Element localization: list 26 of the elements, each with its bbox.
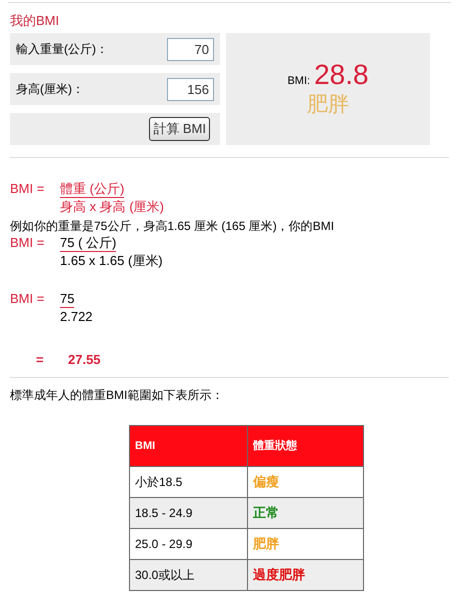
numerator: 75	[60, 290, 74, 308]
equals-sign: =	[35, 351, 45, 368]
equation-label: BMI =	[10, 234, 46, 251]
denominator: 身高 x 身高 (厘米)	[60, 198, 164, 215]
field-label: 輸入重量(公斤)：	[16, 41, 108, 58]
numerator: 體重 (公斤)	[60, 180, 124, 198]
column-header: BMI	[130, 426, 248, 466]
table-cell: 30.0或以上	[130, 560, 248, 590]
example-text: 例如你的重量是75公斤，身高1.65 厘米 (165 厘米)，你的BMI	[10, 218, 336, 234]
input-field[interactable]: 70	[167, 38, 214, 60]
equation-label: BMI =	[10, 180, 46, 197]
section-title: 我的BMI	[10, 12, 60, 30]
status-cell: 過度肥胖	[248, 560, 364, 590]
table-caption: 標準成年人的體重BMI範圍如下表所示：	[10, 387, 224, 403]
result-value: 27.55	[67, 351, 101, 368]
calculate-button[interactable]: 計算 BMI	[149, 117, 210, 141]
bmi-label: BMI:	[287, 74, 310, 89]
field-label: 身高(厘米)：	[16, 81, 84, 98]
denominator: 1.65 x 1.65 (厘米)	[60, 252, 163, 269]
bmi-value: 28.8	[314, 59, 369, 91]
numerator: 75 ( 公斤)	[60, 234, 116, 252]
column-header: 體重狀態	[248, 426, 364, 466]
equation-label: BMI =	[10, 290, 46, 307]
denominator: 2.722	[60, 308, 93, 325]
input-field[interactable]: 156	[167, 78, 214, 100]
bmi-category: 肥胖	[307, 92, 349, 118]
